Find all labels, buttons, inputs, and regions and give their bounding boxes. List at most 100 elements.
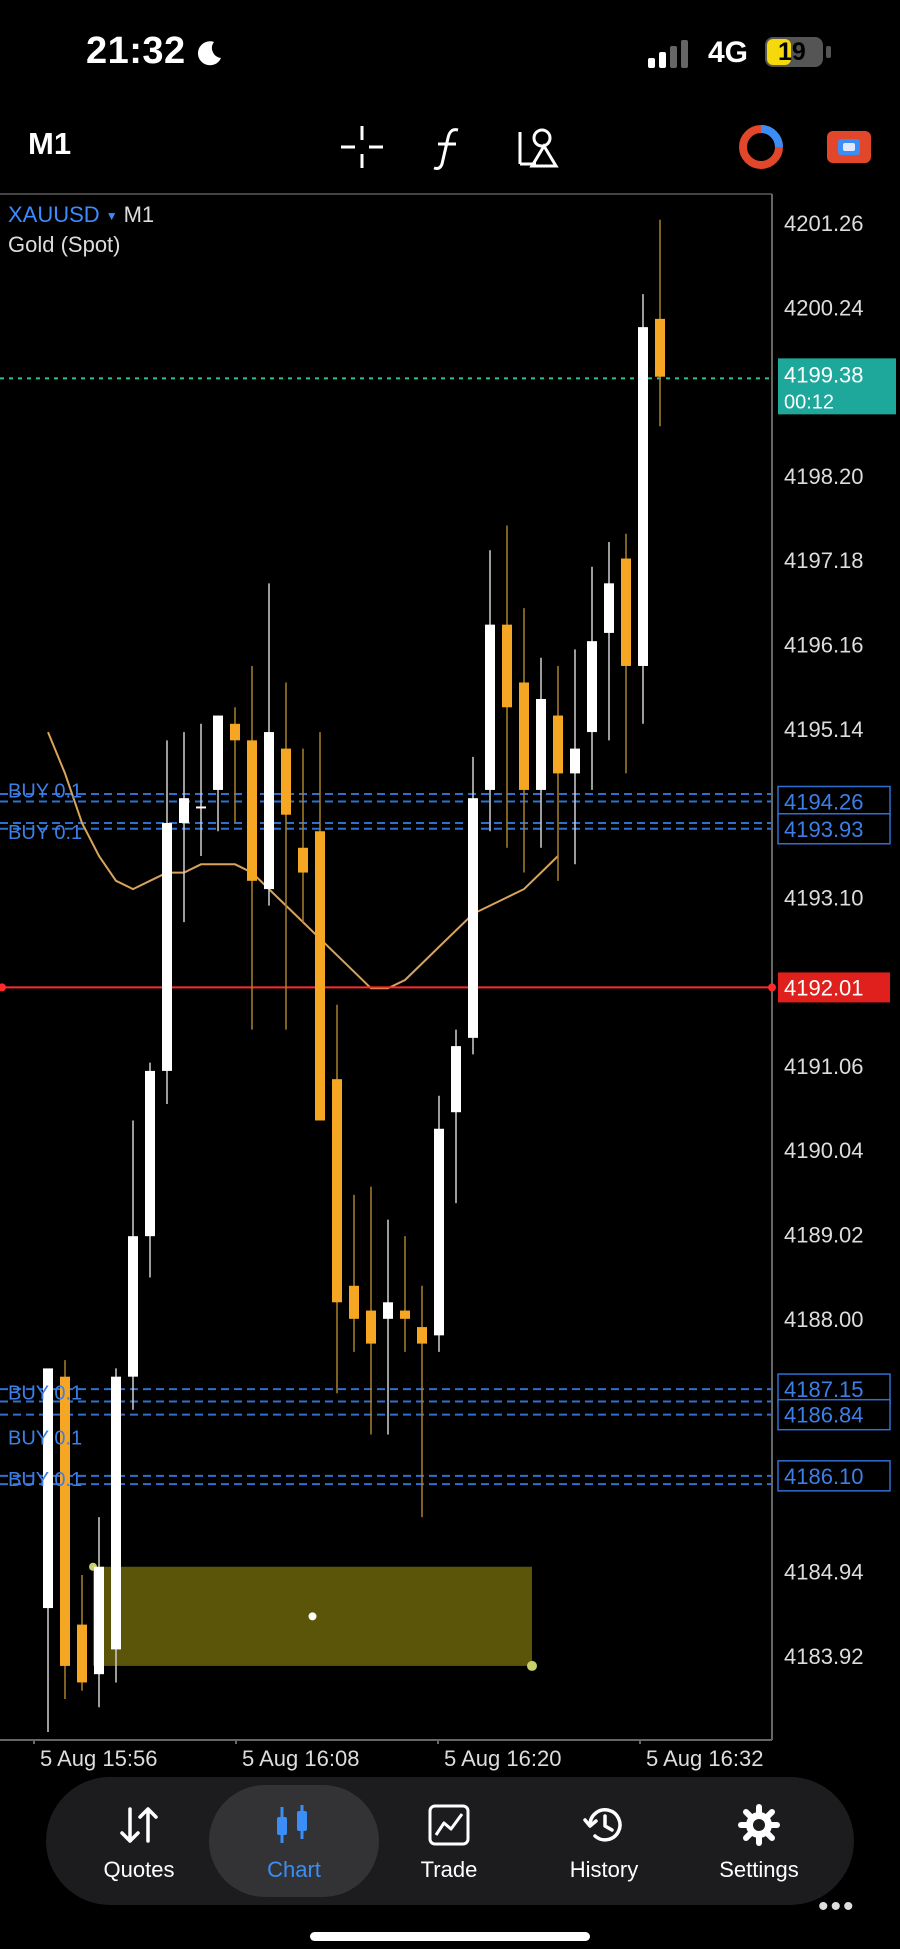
level-handle bbox=[0, 983, 6, 992]
history-icon bbox=[583, 1808, 622, 1842]
price-axis-label: 4190.04 bbox=[784, 1138, 864, 1163]
candle-body bbox=[179, 798, 189, 823]
nav-quotes[interactable]: Quotes bbox=[64, 1777, 214, 1905]
candle-body bbox=[536, 699, 546, 790]
order-label: BUY 0.1 bbox=[8, 822, 82, 844]
nav-trade[interactable]: Trade bbox=[374, 1777, 524, 1905]
candle-body bbox=[77, 1624, 87, 1683]
price-axis-label: 4193.10 bbox=[784, 885, 864, 910]
candlestick-chart[interactable]: BUY 0.1 BUY 0.1 BUY 0.1 BUY 0.1 BUY 0.1 4201.… bbox=[0, 192, 900, 1744]
nav-settings-label: Settings bbox=[719, 1857, 799, 1882]
settings-icon bbox=[738, 1804, 780, 1846]
candle-body bbox=[638, 327, 648, 666]
candle-body bbox=[434, 1128, 444, 1336]
candle-body bbox=[94, 1566, 104, 1675]
candle-body bbox=[485, 624, 495, 790]
trade-icon[interactable] bbox=[824, 122, 874, 172]
level-handle bbox=[768, 983, 776, 992]
price-axis-label: 4201.26 bbox=[784, 211, 864, 236]
order-label: BUY 0.1 bbox=[8, 1428, 82, 1450]
time-label: 5 Aug 16:08 bbox=[242, 1746, 360, 1771]
symbol-caret-icon: ▼ bbox=[105, 209, 118, 224]
candle-body bbox=[451, 1046, 461, 1113]
candle-body bbox=[230, 723, 240, 741]
order-price-value: 4187.15 bbox=[784, 1377, 864, 1402]
price-axis-label: 4195.14 bbox=[784, 717, 864, 742]
candle-body bbox=[196, 806, 206, 809]
rectangle-center-handle bbox=[308, 1612, 317, 1621]
candle-body bbox=[621, 558, 631, 666]
candle-body bbox=[468, 798, 478, 1038]
price-axis-label: 4183.92 bbox=[784, 1644, 864, 1669]
timeframe-button[interactable]: M1 bbox=[28, 126, 71, 162]
order-label: BUY 0.1 bbox=[8, 1469, 82, 1491]
price-axis-label: 4188.00 bbox=[784, 1307, 864, 1332]
symbol-timeframe: M1 bbox=[123, 202, 155, 227]
bar-countdown: 00:12 bbox=[784, 391, 834, 413]
indicator-f-icon[interactable] bbox=[424, 122, 474, 172]
candle-body bbox=[502, 624, 512, 708]
quotes-icon bbox=[120, 1807, 158, 1843]
account-switch-icon[interactable] bbox=[736, 122, 786, 172]
candle-body bbox=[349, 1285, 359, 1319]
candle-body bbox=[366, 1310, 376, 1344]
symbol-name: XAUUSD bbox=[8, 202, 100, 227]
price-axis-label: 4189.02 bbox=[784, 1223, 864, 1248]
order-price-value: 4194.26 bbox=[784, 789, 864, 814]
crosshair-icon[interactable] bbox=[337, 122, 387, 172]
trade-chart-icon bbox=[428, 1804, 470, 1846]
nav-history[interactable]: History bbox=[529, 1777, 679, 1905]
candle-body bbox=[519, 682, 529, 790]
time-label: 5 Aug 16:20 bbox=[444, 1746, 562, 1771]
battery-level: 19 bbox=[778, 38, 806, 66]
moon-icon bbox=[197, 41, 221, 66]
candle-body bbox=[281, 748, 291, 815]
network-type: 4G bbox=[708, 36, 749, 69]
nav-chart[interactable]: Chart bbox=[219, 1777, 369, 1905]
chart-symbol[interactable]: XAUUSD ▼ M1 bbox=[8, 202, 154, 228]
objects-icon[interactable] bbox=[512, 122, 562, 172]
time-label: 5 Aug 15:56 bbox=[40, 1746, 158, 1771]
candle-body bbox=[332, 1079, 342, 1303]
status-time: 21:32 bbox=[86, 30, 186, 72]
order-label: BUY 0.1 bbox=[8, 780, 82, 802]
candle-body bbox=[247, 740, 257, 881]
symbol-description: Gold (Spot) bbox=[8, 232, 121, 257]
candle-body bbox=[553, 715, 563, 774]
nav-trade-label: Trade bbox=[420, 1857, 478, 1882]
bottom-navigation: Quotes Chart Trade History Settings bbox=[46, 1777, 854, 1905]
price-axis-label: 4184.94 bbox=[784, 1560, 864, 1585]
price-axis-label: 4196.16 bbox=[784, 632, 864, 657]
candle-body bbox=[111, 1376, 121, 1650]
chart-area[interactable]: BUY 0.1 BUY 0.1 BUY 0.1 BUY 0.1 BUY 0.1 4201.… bbox=[0, 192, 900, 1923]
candle-body bbox=[315, 831, 325, 1121]
candle-body bbox=[604, 583, 614, 633]
order-price-value: 4186.84 bbox=[784, 1403, 864, 1428]
rectangle-handle bbox=[527, 1660, 537, 1671]
chart-toolbar: M1 bbox=[0, 110, 900, 190]
chart-icon bbox=[277, 1805, 307, 1843]
candle-body bbox=[145, 1070, 155, 1237]
nav-settings[interactable]: Settings bbox=[684, 1777, 834, 1905]
current-price-value: 4199.38 bbox=[784, 362, 864, 387]
candle-body bbox=[655, 318, 665, 377]
candle-body bbox=[128, 1236, 138, 1377]
candle-body bbox=[162, 822, 172, 1071]
level-price-value: 4192.01 bbox=[784, 975, 864, 1000]
candle-body bbox=[264, 732, 274, 890]
nav-chart-label: Chart bbox=[267, 1857, 321, 1882]
status-bar: 21:32 4G 19 bbox=[0, 0, 900, 110]
candle-body bbox=[587, 641, 597, 733]
signal-icon bbox=[648, 40, 688, 68]
price-axis-label: 4197.18 bbox=[784, 548, 864, 573]
nav-quotes-label: Quotes bbox=[103, 1857, 175, 1882]
nav-history-label: History bbox=[569, 1857, 639, 1882]
candle-body bbox=[213, 715, 223, 790]
candle-body bbox=[60, 1376, 70, 1666]
candle-body bbox=[383, 1302, 393, 1319]
price-axis-label: 4200.24 bbox=[784, 295, 864, 320]
price-axis-label: 4198.20 bbox=[784, 464, 864, 489]
candle-body bbox=[417, 1327, 427, 1344]
order-label: BUY 0.1 bbox=[8, 1382, 82, 1404]
order-price-value: 4193.93 bbox=[784, 817, 864, 842]
